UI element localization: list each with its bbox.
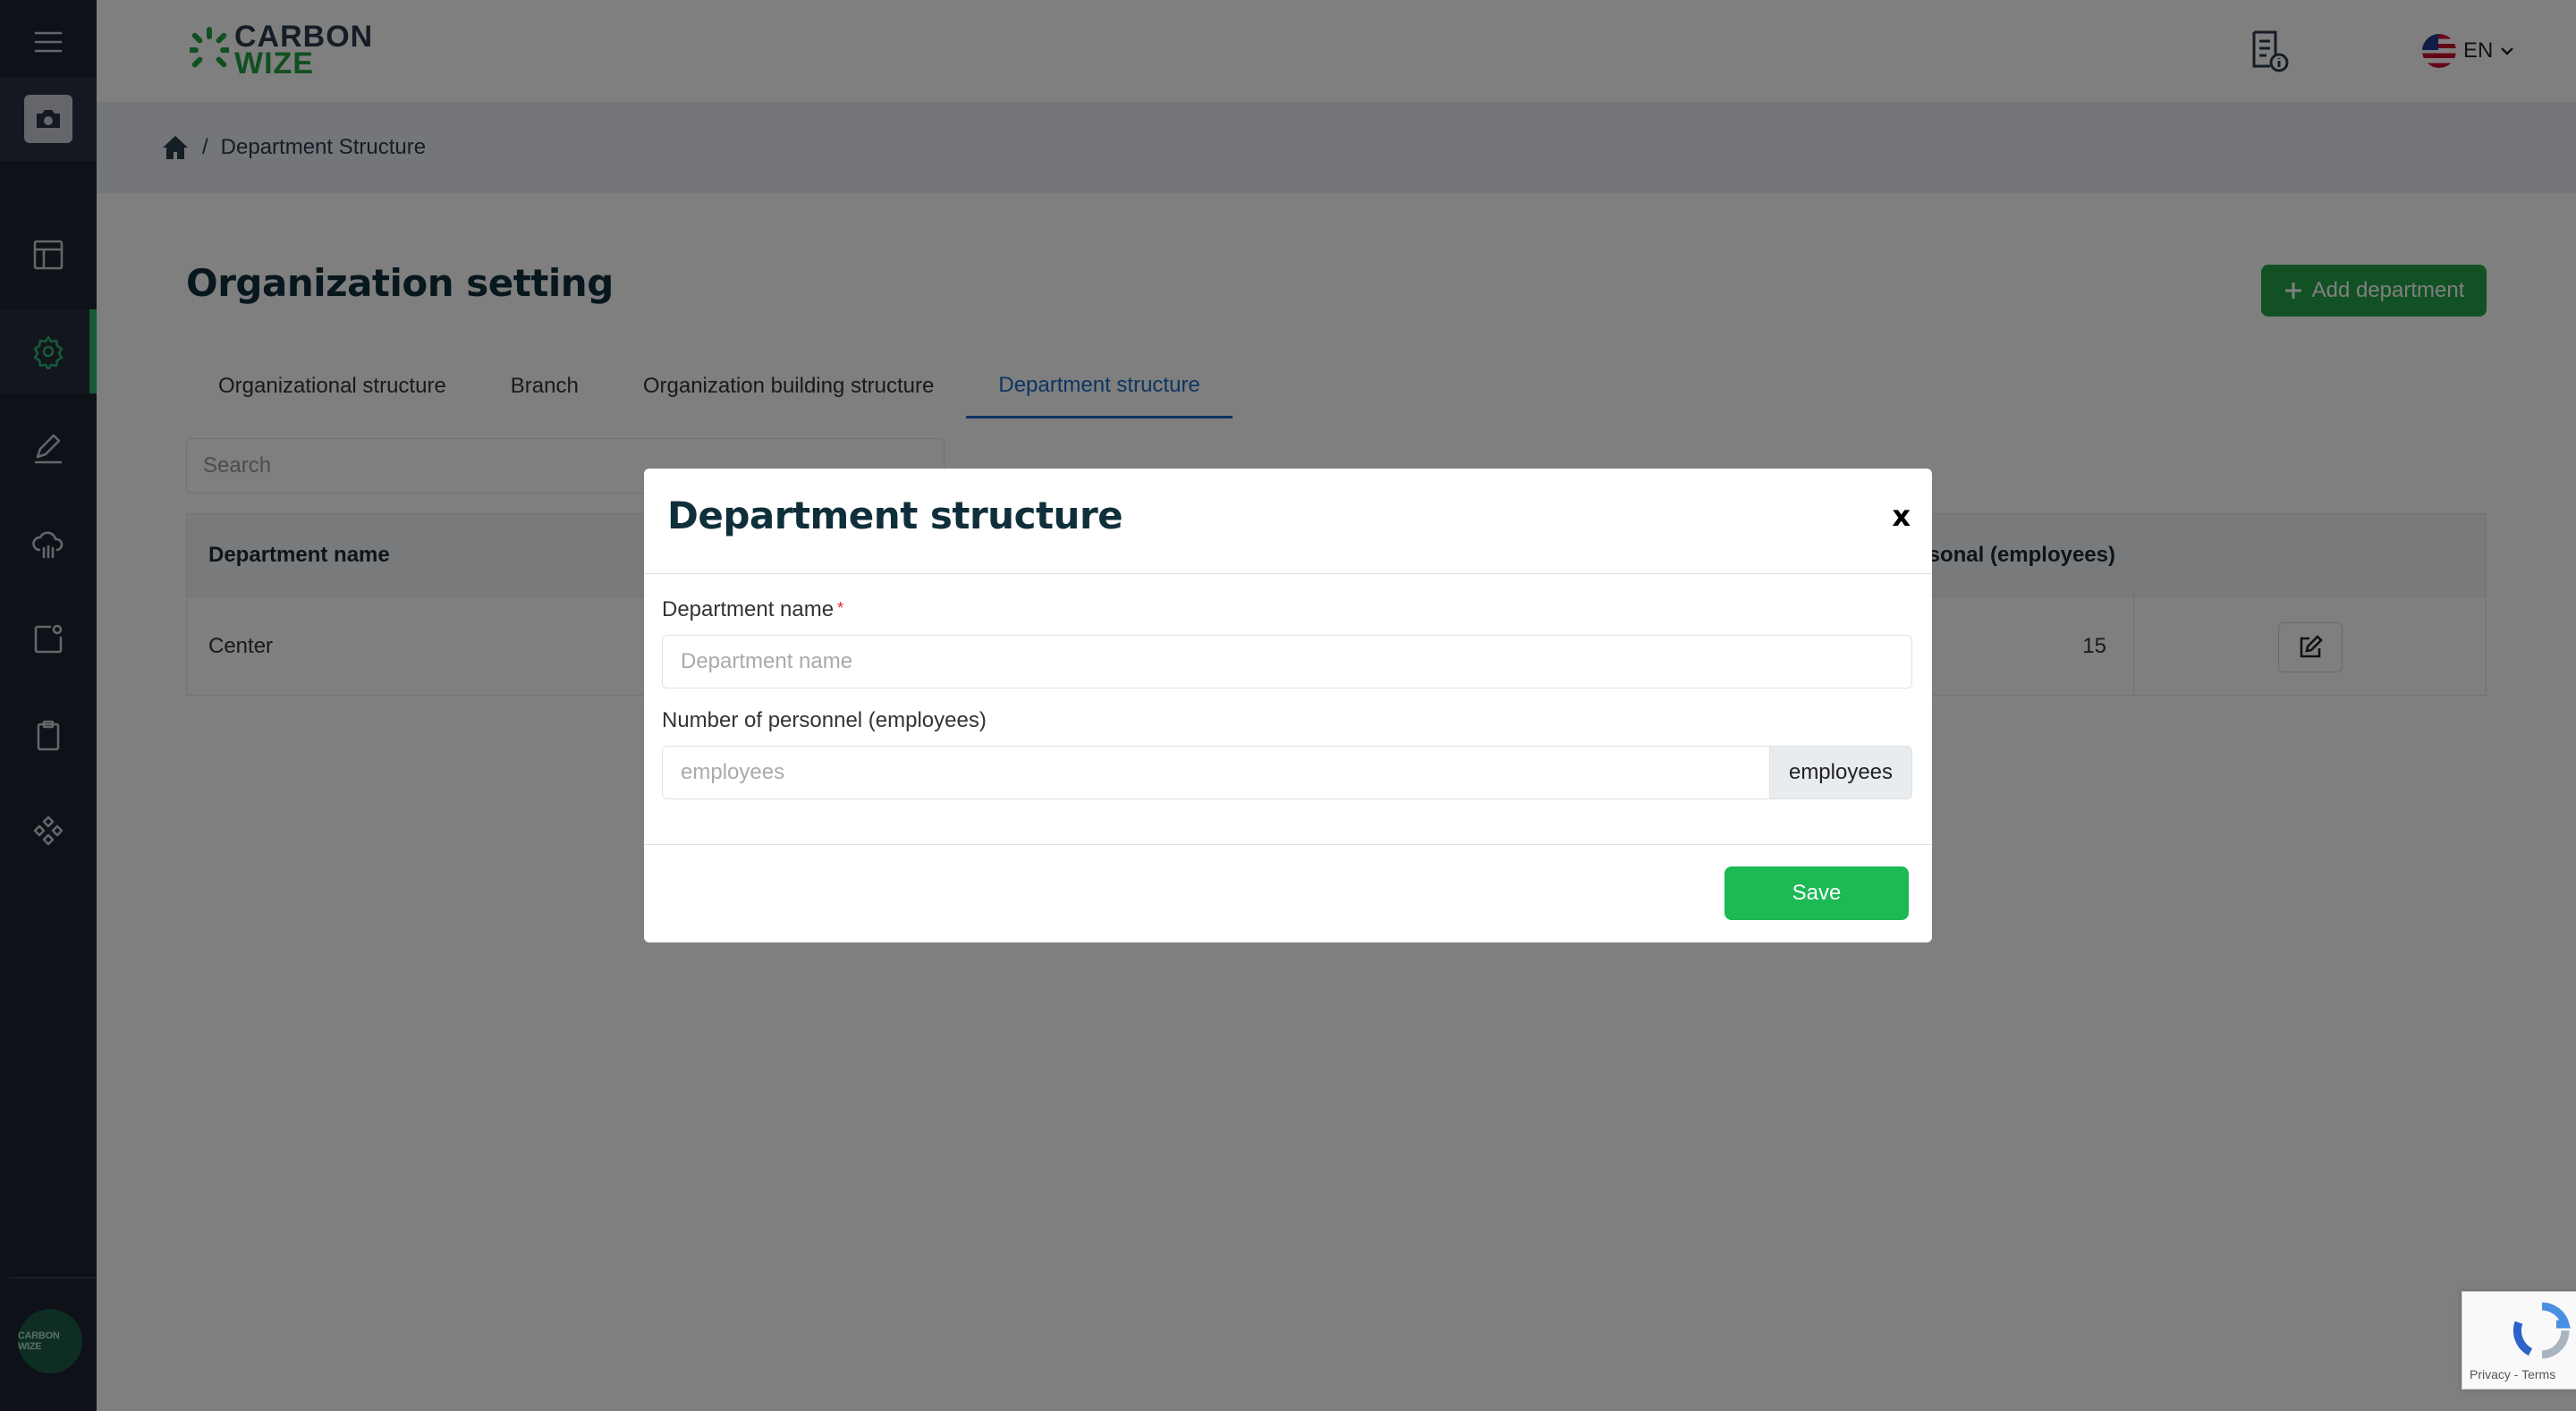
department-structure-modal: Department structure x Department name * … — [644, 469, 1932, 942]
save-button[interactable]: Save — [1724, 866, 1909, 920]
employees-input-group: employees employees — [662, 746, 1912, 799]
department-name-label-text: Department name — [662, 597, 835, 621]
employees-addon: employees — [1769, 746, 1912, 799]
close-button[interactable]: x — [1892, 499, 1911, 533]
employees-input[interactable]: employees — [662, 746, 1769, 799]
employees-label: Number of personnel (employees) — [662, 708, 987, 732]
recaptcha-icon — [2512, 1302, 2571, 1359]
recaptcha-badge[interactable]: Privacy - Terms — [2462, 1291, 2576, 1390]
modal-title: Department structure — [667, 494, 1123, 537]
recaptcha-text[interactable]: Privacy - Terms — [2470, 1367, 2555, 1381]
department-name-label: Department name * — [662, 597, 843, 622]
department-name-input[interactable]: Department name — [662, 635, 1912, 689]
required-marker: * — [837, 599, 844, 617]
modal-header: Department structure x — [644, 469, 1932, 574]
modal-footer: Save — [644, 844, 1932, 942]
